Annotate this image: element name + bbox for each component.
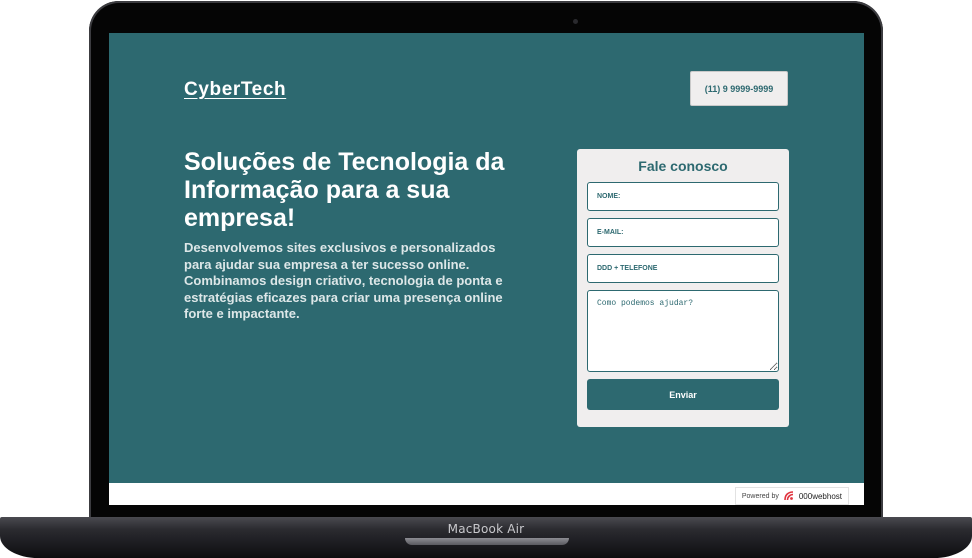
browser-viewport: CyberTech (11) 9 9999-9999 Soluções de T… xyxy=(109,33,864,505)
camera-dot xyxy=(573,19,578,24)
device-model-label: MacBook Air xyxy=(447,522,525,536)
contact-form-title: Fale conosco xyxy=(638,158,728,174)
host-brand-name: 000webhost xyxy=(798,491,842,501)
message-textarea[interactable] xyxy=(587,290,779,372)
hero-description: Desenvolvemos sites exclusivos e persona… xyxy=(184,240,503,322)
site-logo[interactable]: CyberTech xyxy=(184,79,286,101)
contact-form: Fale conosco Enviar xyxy=(577,149,789,427)
powered-by-label: Powered by xyxy=(741,492,779,500)
laptop-hinge-notch xyxy=(405,538,569,545)
name-field[interactable] xyxy=(587,182,779,211)
phone-button[interactable]: (11) 9 9999-9999 xyxy=(690,71,788,106)
submit-button[interactable]: Enviar xyxy=(587,379,779,410)
phone-field[interactable] xyxy=(587,254,779,283)
hero-headline: Soluções de Tecnologia da Informação par… xyxy=(184,148,505,232)
email-field[interactable] xyxy=(587,218,779,247)
000webhost-logo-icon xyxy=(783,490,795,502)
hosting-footer-bar: Powered by 000webhost xyxy=(109,483,864,505)
powered-by-badge[interactable]: Powered by 000webhost xyxy=(734,487,849,505)
